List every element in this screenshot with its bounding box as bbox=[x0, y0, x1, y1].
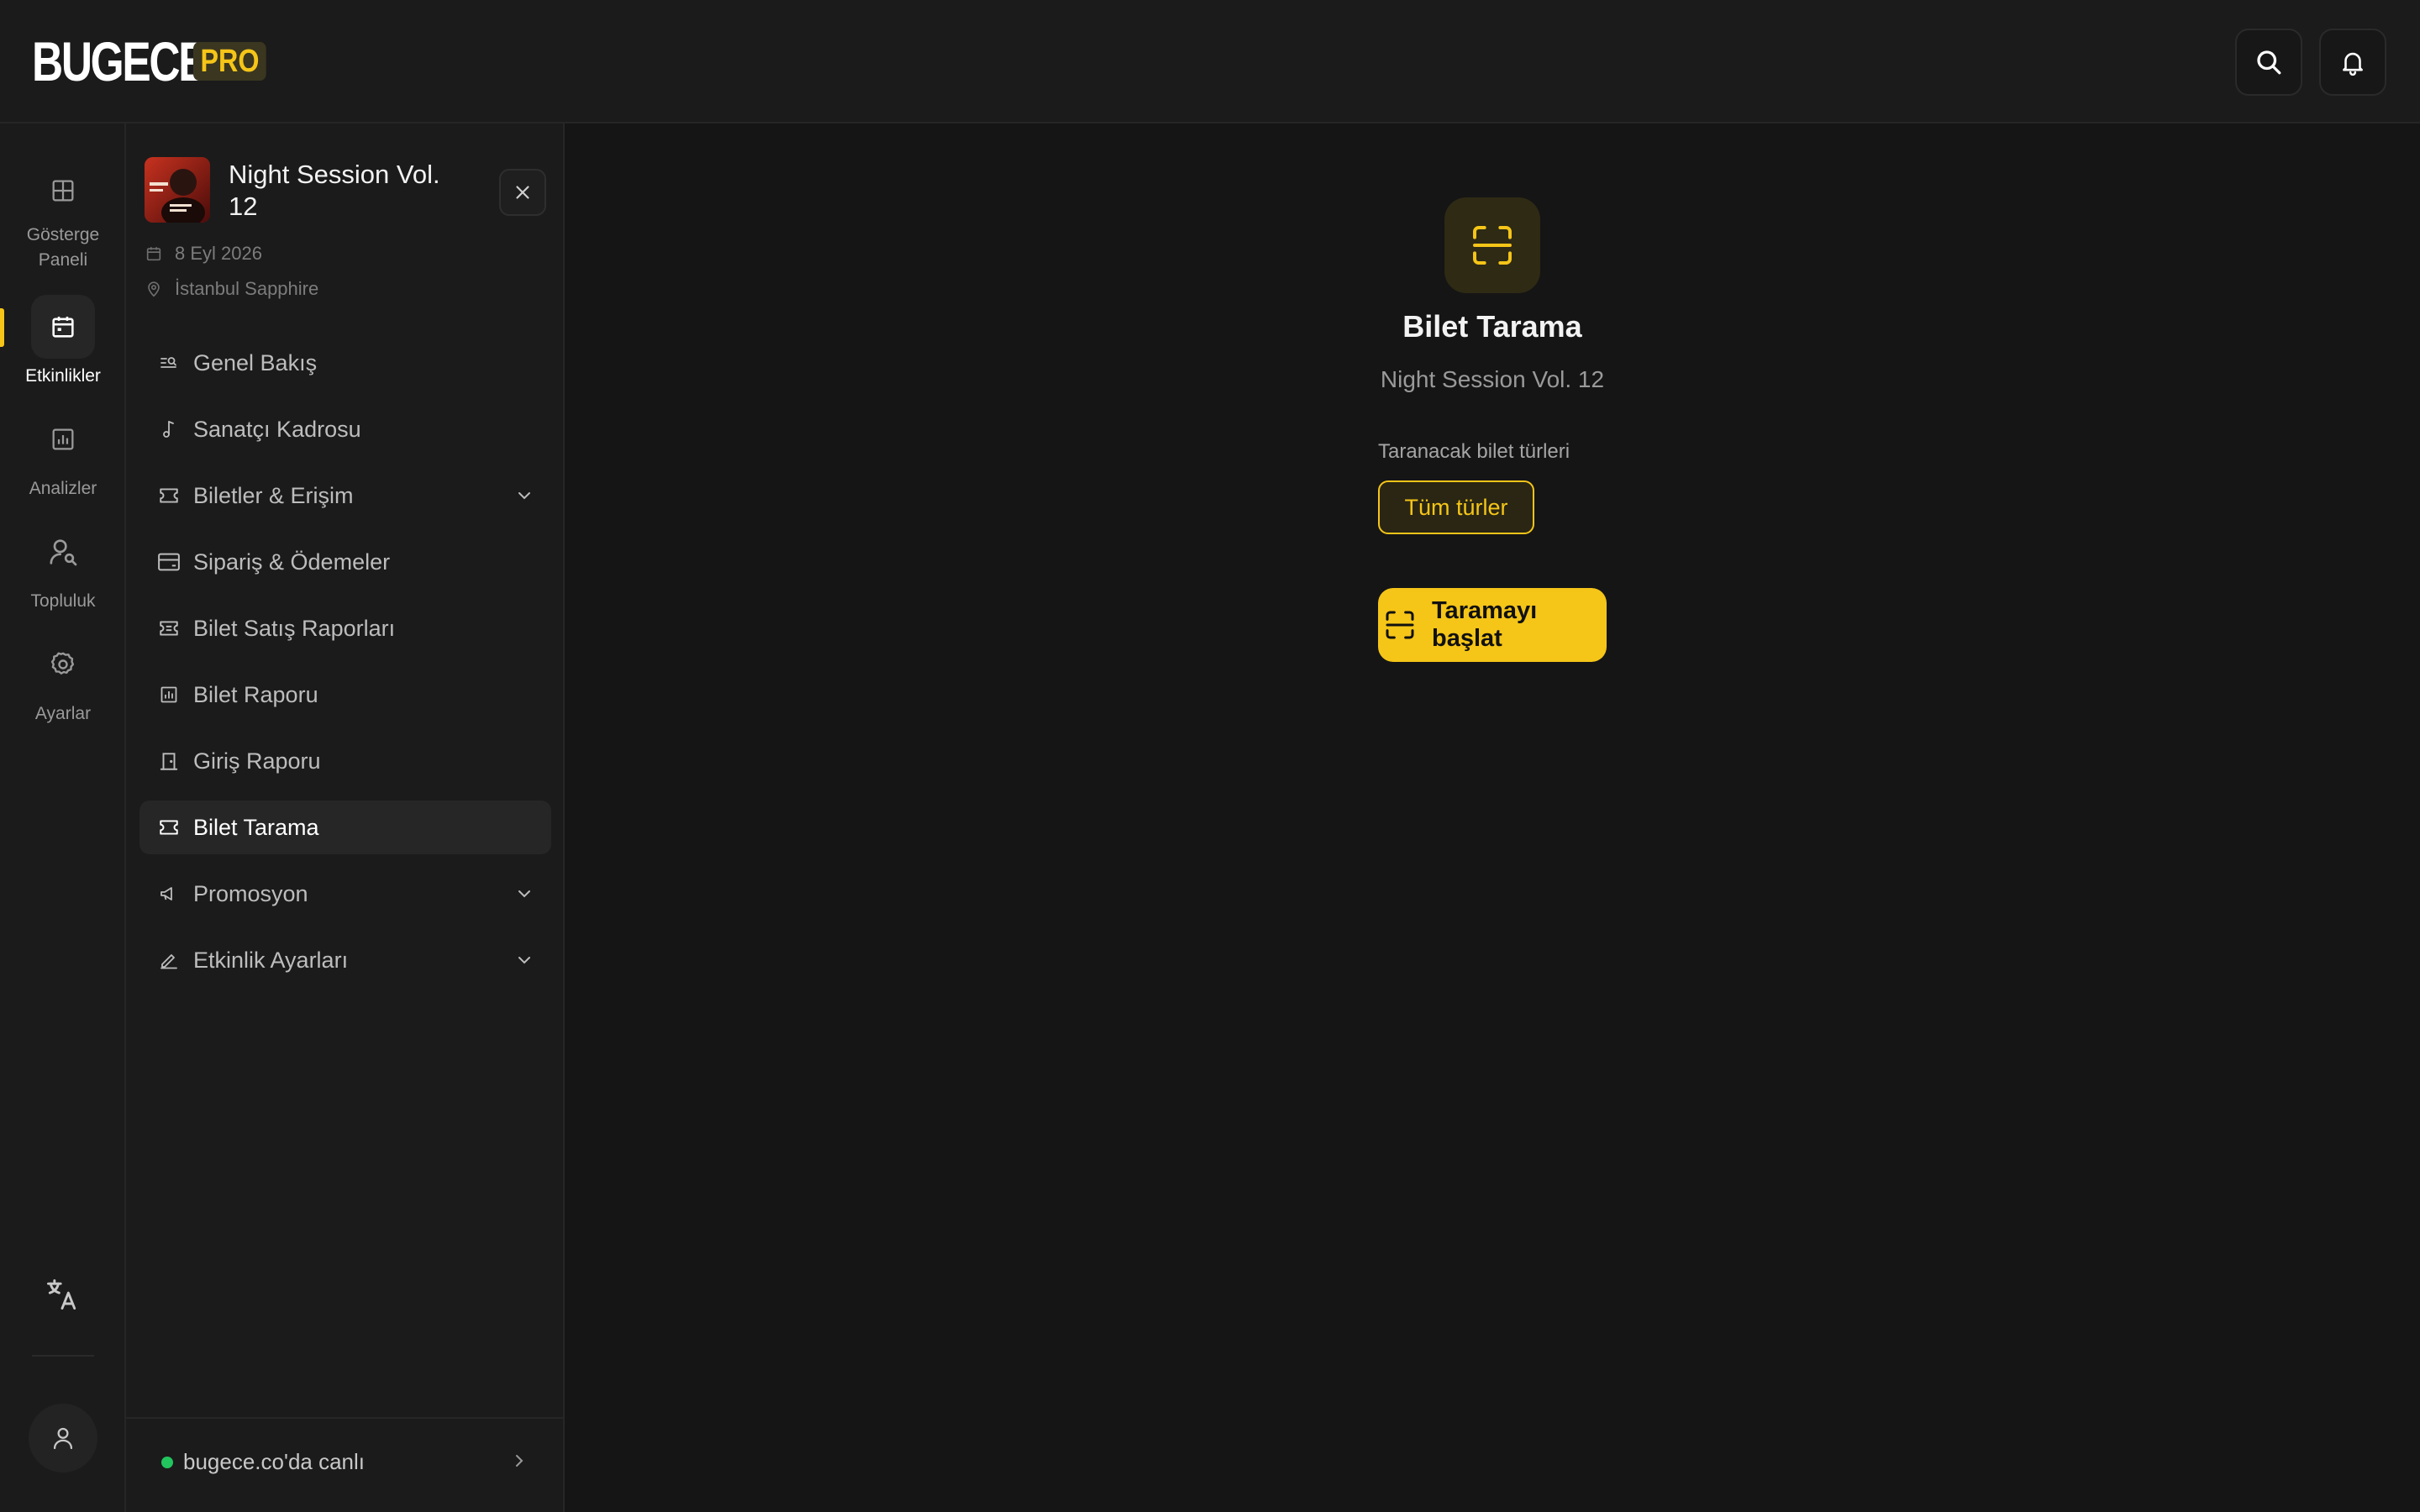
top-bar: BUGECE PRO bbox=[0, 0, 2420, 123]
rail-label: Etkinlikler bbox=[25, 366, 101, 386]
ticket-report-icon bbox=[156, 616, 182, 641]
nav-item-tickets-access[interactable]: Biletler & Erişim bbox=[139, 469, 551, 522]
music-note-icon bbox=[156, 417, 182, 442]
event-side-panel: Night Session Vol. 12 8 Eyl 2026 İstanbu… bbox=[126, 123, 565, 1512]
event-title: Night Session Vol. 12 bbox=[229, 160, 440, 221]
ticket-types-label: Taranacak bilet türleri bbox=[1378, 440, 1570, 463]
card-icon bbox=[156, 549, 182, 575]
nav-item-ticket-scan[interactable]: Bilet Tarama bbox=[139, 801, 551, 854]
panel-footer-divider bbox=[126, 1417, 563, 1419]
logo-text: BUGECE bbox=[32, 30, 208, 92]
user-search-icon bbox=[31, 520, 95, 584]
rail-label: Gösterge Paneli bbox=[26, 225, 100, 270]
gear-icon bbox=[31, 633, 95, 696]
start-scan-button[interactable]: Taramayı başlat bbox=[1378, 588, 1607, 662]
chevron-down-icon bbox=[514, 884, 534, 904]
chevron-down-icon bbox=[514, 486, 534, 506]
bar-chart-icon bbox=[156, 682, 182, 707]
all-types-chip[interactable]: Tüm türler bbox=[1378, 480, 1534, 534]
rail-label: Ayarlar bbox=[34, 704, 92, 723]
rail-item-analytics[interactable]: Analizler bbox=[0, 407, 126, 501]
search-button[interactable] bbox=[2235, 29, 2302, 96]
location-pin-icon bbox=[145, 280, 175, 298]
scan-icon bbox=[1469, 222, 1516, 269]
event-thumbnail bbox=[145, 157, 210, 223]
translate-icon[interactable] bbox=[44, 1276, 81, 1313]
overview-icon bbox=[156, 350, 182, 375]
rail-label: Topluluk bbox=[30, 591, 96, 611]
scan-icon bbox=[1383, 608, 1432, 642]
nav-item-overview[interactable]: Genel Bakış bbox=[139, 336, 551, 390]
rail-label: Analizler bbox=[29, 479, 97, 498]
logo[interactable]: BUGECE PRO bbox=[32, 34, 279, 89]
nav-item-ticket-report[interactable]: Bilet Raporu bbox=[139, 668, 551, 722]
calendar-small-icon bbox=[145, 244, 175, 263]
notifications-button[interactable] bbox=[2319, 29, 2386, 96]
rail-item-community[interactable]: Topluluk bbox=[0, 520, 126, 614]
search-icon bbox=[2254, 47, 2284, 77]
bell-icon bbox=[2338, 48, 2367, 76]
nav-item-sales-reports[interactable]: Bilet Satış Raporları bbox=[139, 601, 551, 655]
page-title: Bilet Tarama bbox=[1402, 309, 1582, 344]
close-panel-button[interactable] bbox=[499, 169, 546, 216]
ticket-icon bbox=[156, 815, 182, 840]
nav-item-orders-payments[interactable]: Sipariş & Ödemeler bbox=[139, 535, 551, 589]
pencil-icon bbox=[156, 948, 182, 973]
logo-pro-badge: PRO bbox=[193, 42, 267, 81]
calendar-icon bbox=[31, 295, 95, 359]
nav-item-lineup[interactable]: Sanatçı Kadrosu bbox=[139, 402, 551, 456]
door-icon bbox=[156, 748, 182, 774]
profile-avatar[interactable] bbox=[29, 1404, 97, 1473]
chart-icon bbox=[31, 407, 95, 471]
event-date: 8 Eyl 2026 bbox=[145, 243, 262, 265]
chevron-right-icon bbox=[509, 1451, 529, 1471]
live-status-dot bbox=[161, 1456, 173, 1468]
megaphone-icon bbox=[156, 881, 182, 906]
event-venue: İstanbul Sapphire bbox=[145, 278, 318, 300]
live-status-link[interactable]: bugece.co'da canlı bbox=[161, 1449, 365, 1475]
nav-item-event-settings[interactable]: Etkinlik Ayarları bbox=[139, 933, 551, 987]
nav-item-entry-report[interactable]: Giriş Raporu bbox=[139, 734, 551, 788]
rail-item-events[interactable]: Etkinlikler bbox=[0, 295, 126, 389]
close-icon bbox=[512, 181, 534, 203]
chevron-down-icon bbox=[514, 950, 534, 970]
page-subtitle: Night Session Vol. 12 bbox=[1380, 366, 1605, 392]
rail-item-dashboard[interactable]: Gösterge Paneli bbox=[0, 159, 126, 273]
icon-rail: Gösterge Paneli Etkinlikler Analizler To… bbox=[0, 123, 126, 1512]
rail-item-settings[interactable]: Ayarlar bbox=[0, 633, 126, 727]
user-icon bbox=[49, 1424, 77, 1452]
nav-item-promotion[interactable]: Promosyon bbox=[139, 867, 551, 921]
ticket-icon bbox=[156, 483, 182, 508]
rail-divider bbox=[32, 1355, 94, 1357]
scan-badge bbox=[1444, 197, 1540, 293]
dashboard-icon bbox=[31, 159, 95, 223]
